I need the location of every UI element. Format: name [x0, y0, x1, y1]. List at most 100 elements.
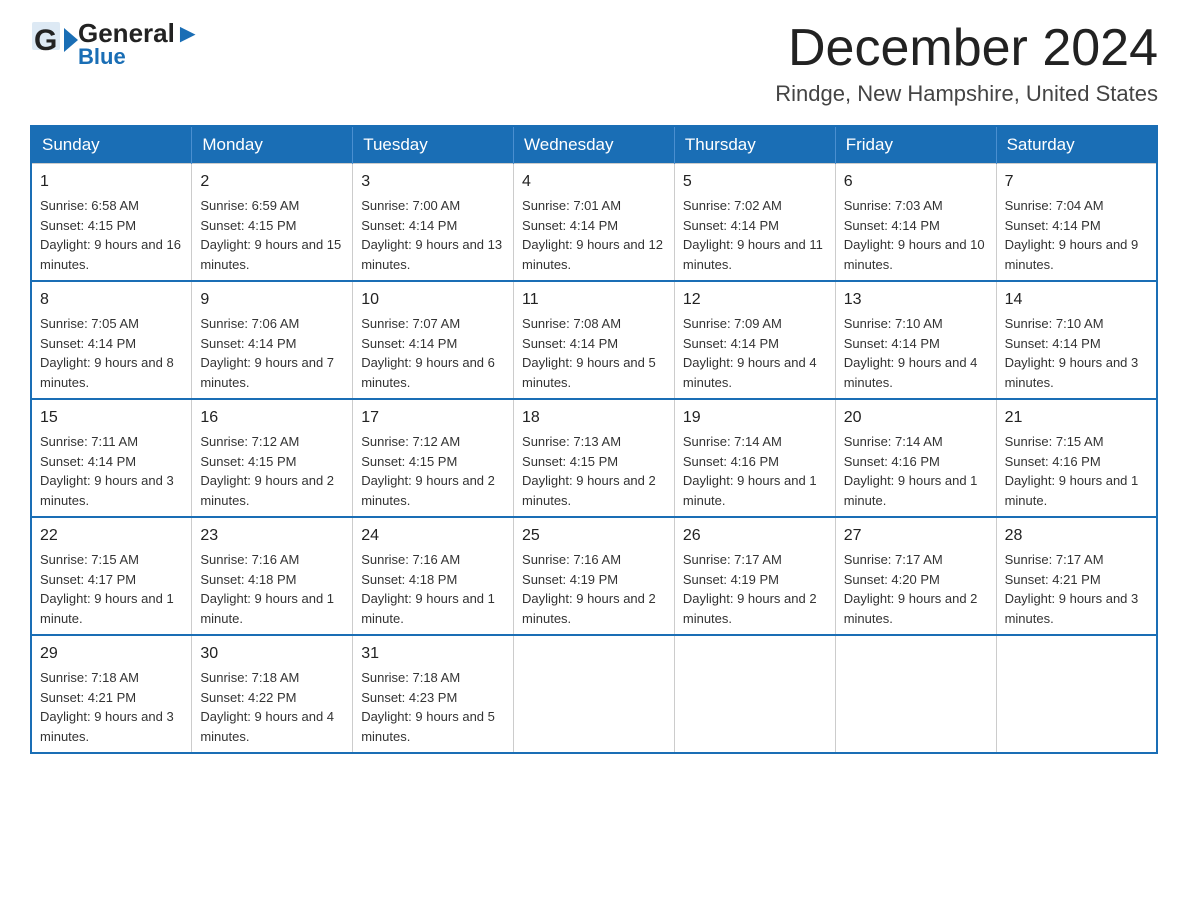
day-info: Sunrise: 6:59 AMSunset: 4:15 PMDaylight:… — [200, 196, 344, 274]
calendar-cell: 29 Sunrise: 7:18 AMSunset: 4:21 PMDaylig… — [31, 635, 192, 753]
calendar-cell: 27 Sunrise: 7:17 AMSunset: 4:20 PMDaylig… — [835, 517, 996, 635]
calendar-cell: 16 Sunrise: 7:12 AMSunset: 4:15 PMDaylig… — [192, 399, 353, 517]
calendar-cell: 11 Sunrise: 7:08 AMSunset: 4:14 PMDaylig… — [514, 281, 675, 399]
day-number: 23 — [200, 524, 344, 548]
day-info: Sunrise: 7:05 AMSunset: 4:14 PMDaylight:… — [40, 314, 183, 392]
calendar-header-thursday: Thursday — [674, 126, 835, 164]
day-info: Sunrise: 7:04 AMSunset: 4:14 PMDaylight:… — [1005, 196, 1148, 274]
day-number: 16 — [200, 406, 344, 430]
day-info: Sunrise: 7:13 AMSunset: 4:15 PMDaylight:… — [522, 432, 666, 510]
calendar-cell: 1 Sunrise: 6:58 AMSunset: 4:15 PMDayligh… — [31, 164, 192, 282]
calendar-cell — [674, 635, 835, 753]
day-number: 26 — [683, 524, 827, 548]
day-info: Sunrise: 7:03 AMSunset: 4:14 PMDaylight:… — [844, 196, 988, 274]
calendar-cell: 20 Sunrise: 7:14 AMSunset: 4:16 PMDaylig… — [835, 399, 996, 517]
calendar-cell: 25 Sunrise: 7:16 AMSunset: 4:19 PMDaylig… — [514, 517, 675, 635]
day-info: Sunrise: 7:16 AMSunset: 4:18 PMDaylight:… — [200, 550, 344, 628]
calendar-cell: 31 Sunrise: 7:18 AMSunset: 4:23 PMDaylig… — [353, 635, 514, 753]
day-number: 15 — [40, 406, 183, 430]
calendar-cell: 4 Sunrise: 7:01 AMSunset: 4:14 PMDayligh… — [514, 164, 675, 282]
day-number: 28 — [1005, 524, 1148, 548]
calendar-cell: 7 Sunrise: 7:04 AMSunset: 4:14 PMDayligh… — [996, 164, 1157, 282]
calendar-cell: 13 Sunrise: 7:10 AMSunset: 4:14 PMDaylig… — [835, 281, 996, 399]
day-number: 1 — [40, 170, 183, 194]
calendar-cell: 9 Sunrise: 7:06 AMSunset: 4:14 PMDayligh… — [192, 281, 353, 399]
calendar-cell: 10 Sunrise: 7:07 AMSunset: 4:14 PMDaylig… — [353, 281, 514, 399]
day-info: Sunrise: 7:14 AMSunset: 4:16 PMDaylight:… — [844, 432, 988, 510]
day-number: 5 — [683, 170, 827, 194]
day-number: 31 — [361, 642, 505, 666]
calendar-cell: 12 Sunrise: 7:09 AMSunset: 4:14 PMDaylig… — [674, 281, 835, 399]
day-info: Sunrise: 7:10 AMSunset: 4:14 PMDaylight:… — [1005, 314, 1148, 392]
day-number: 30 — [200, 642, 344, 666]
calendar-cell: 22 Sunrise: 7:15 AMSunset: 4:17 PMDaylig… — [31, 517, 192, 635]
day-number: 11 — [522, 288, 666, 312]
calendar-header-friday: Friday — [835, 126, 996, 164]
day-info: Sunrise: 6:58 AMSunset: 4:15 PMDaylight:… — [40, 196, 183, 274]
calendar-week-row: 15 Sunrise: 7:11 AMSunset: 4:14 PMDaylig… — [31, 399, 1157, 517]
calendar-cell: 18 Sunrise: 7:13 AMSunset: 4:15 PMDaylig… — [514, 399, 675, 517]
calendar-cell: 6 Sunrise: 7:03 AMSunset: 4:14 PMDayligh… — [835, 164, 996, 282]
calendar-cell: 23 Sunrise: 7:16 AMSunset: 4:18 PMDaylig… — [192, 517, 353, 635]
day-number: 4 — [522, 170, 666, 194]
subtitle: Rindge, New Hampshire, United States — [775, 81, 1158, 107]
calendar-header-sunday: Sunday — [31, 126, 192, 164]
day-number: 18 — [522, 406, 666, 430]
calendar-cell — [835, 635, 996, 753]
calendar-cell — [996, 635, 1157, 753]
calendar-table: SundayMondayTuesdayWednesdayThursdayFrid… — [30, 125, 1158, 754]
calendar-header-row: SundayMondayTuesdayWednesdayThursdayFrid… — [31, 126, 1157, 164]
calendar-cell: 19 Sunrise: 7:14 AMSunset: 4:16 PMDaylig… — [674, 399, 835, 517]
day-info: Sunrise: 7:10 AMSunset: 4:14 PMDaylight:… — [844, 314, 988, 392]
day-number: 2 — [200, 170, 344, 194]
calendar-header-wednesday: Wednesday — [514, 126, 675, 164]
calendar-cell: 26 Sunrise: 7:17 AMSunset: 4:19 PMDaylig… — [674, 517, 835, 635]
calendar-cell: 28 Sunrise: 7:17 AMSunset: 4:21 PMDaylig… — [996, 517, 1157, 635]
day-info: Sunrise: 7:18 AMSunset: 4:23 PMDaylight:… — [361, 668, 505, 746]
calendar-week-row: 22 Sunrise: 7:15 AMSunset: 4:17 PMDaylig… — [31, 517, 1157, 635]
calendar-cell: 14 Sunrise: 7:10 AMSunset: 4:14 PMDaylig… — [996, 281, 1157, 399]
logo-blue-text: Blue — [78, 46, 201, 68]
day-info: Sunrise: 7:17 AMSunset: 4:21 PMDaylight:… — [1005, 550, 1148, 628]
day-info: Sunrise: 7:06 AMSunset: 4:14 PMDaylight:… — [200, 314, 344, 392]
day-info: Sunrise: 7:11 AMSunset: 4:14 PMDaylight:… — [40, 432, 183, 510]
day-number: 7 — [1005, 170, 1148, 194]
day-info: Sunrise: 7:15 AMSunset: 4:16 PMDaylight:… — [1005, 432, 1148, 510]
logo: G General► Blue — [30, 20, 201, 68]
day-number: 17 — [361, 406, 505, 430]
day-number: 14 — [1005, 288, 1148, 312]
day-number: 8 — [40, 288, 183, 312]
calendar-cell — [514, 635, 675, 753]
calendar-header-tuesday: Tuesday — [353, 126, 514, 164]
calendar-header-monday: Monday — [192, 126, 353, 164]
calendar-cell: 17 Sunrise: 7:12 AMSunset: 4:15 PMDaylig… — [353, 399, 514, 517]
day-number: 12 — [683, 288, 827, 312]
day-number: 19 — [683, 406, 827, 430]
day-info: Sunrise: 7:16 AMSunset: 4:18 PMDaylight:… — [361, 550, 505, 628]
day-number: 20 — [844, 406, 988, 430]
day-number: 24 — [361, 524, 505, 548]
logo-icon: G — [30, 20, 78, 68]
day-number: 22 — [40, 524, 183, 548]
day-info: Sunrise: 7:14 AMSunset: 4:16 PMDaylight:… — [683, 432, 827, 510]
svg-text:G: G — [34, 24, 57, 57]
page-header: G General► Blue December 2024 Rindge, Ne… — [30, 20, 1158, 107]
day-info: Sunrise: 7:16 AMSunset: 4:19 PMDaylight:… — [522, 550, 666, 628]
day-info: Sunrise: 7:02 AMSunset: 4:14 PMDaylight:… — [683, 196, 827, 274]
title-area: December 2024 Rindge, New Hampshire, Uni… — [775, 20, 1158, 107]
day-info: Sunrise: 7:09 AMSunset: 4:14 PMDaylight:… — [683, 314, 827, 392]
calendar-cell: 8 Sunrise: 7:05 AMSunset: 4:14 PMDayligh… — [31, 281, 192, 399]
calendar-week-row: 1 Sunrise: 6:58 AMSunset: 4:15 PMDayligh… — [31, 164, 1157, 282]
day-info: Sunrise: 7:07 AMSunset: 4:14 PMDaylight:… — [361, 314, 505, 392]
day-info: Sunrise: 7:12 AMSunset: 4:15 PMDaylight:… — [200, 432, 344, 510]
day-number: 29 — [40, 642, 183, 666]
calendar-cell: 21 Sunrise: 7:15 AMSunset: 4:16 PMDaylig… — [996, 399, 1157, 517]
calendar-cell: 15 Sunrise: 7:11 AMSunset: 4:14 PMDaylig… — [31, 399, 192, 517]
day-number: 3 — [361, 170, 505, 194]
calendar-cell: 24 Sunrise: 7:16 AMSunset: 4:18 PMDaylig… — [353, 517, 514, 635]
day-number: 27 — [844, 524, 988, 548]
day-info: Sunrise: 7:18 AMSunset: 4:22 PMDaylight:… — [200, 668, 344, 746]
day-number: 6 — [844, 170, 988, 194]
day-info: Sunrise: 7:00 AMSunset: 4:14 PMDaylight:… — [361, 196, 505, 274]
calendar-cell: 5 Sunrise: 7:02 AMSunset: 4:14 PMDayligh… — [674, 164, 835, 282]
